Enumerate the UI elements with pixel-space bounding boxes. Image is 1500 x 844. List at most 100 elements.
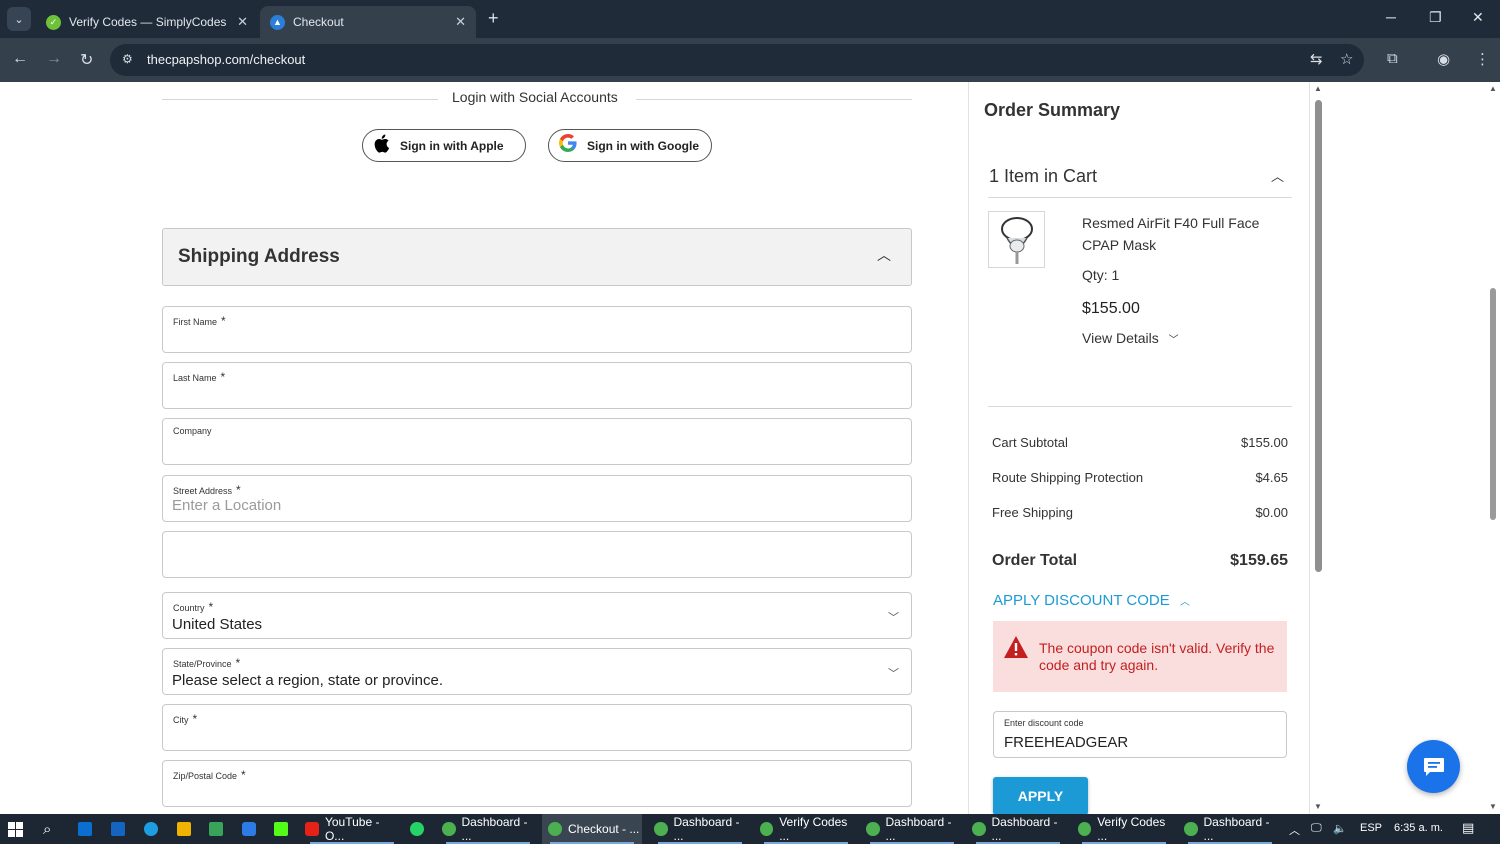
order-total-label: Order Total	[992, 552, 1078, 569]
sign-in-google-label: Sign in with Google	[587, 138, 699, 153]
search-icon[interactable]: ⌕	[43, 814, 51, 844]
order-summary-title: Order Summary	[984, 100, 1121, 120]
taskbar-item-youtube[interactable]: YouTube - O...	[302, 814, 402, 844]
taskbar-item-dashboard[interactable]: Dashboard - ...	[862, 814, 962, 844]
product-thumbnail[interactable]	[988, 211, 1045, 268]
tab-search-button[interactable]: ⌄	[7, 7, 31, 31]
discount-code-label: Enter discount code	[1004, 718, 1084, 728]
network-icon[interactable]: 🖵	[1311, 822, 1322, 835]
site-info-icon[interactable]: ⚙	[122, 52, 133, 66]
apple-icon	[373, 134, 390, 158]
taskbar-item-dashboard[interactable]: Dashboard - ...	[650, 814, 750, 844]
warning-icon	[1004, 636, 1028, 658]
checkout-page: Login with Social Accounts Sign in with …	[0, 82, 1500, 814]
app-icon[interactable]	[177, 814, 197, 844]
required-marker: *	[241, 768, 246, 782]
app-icon[interactable]	[144, 814, 164, 844]
close-tab-icon[interactable]: ✕	[237, 14, 248, 30]
chevron-down-icon: ﹀	[888, 668, 899, 680]
taskbar-item-verify-codes[interactable]: Verify Codes ...	[1074, 814, 1174, 844]
order-summary-panel: Order Summary 1 Item in Cart ︿ Resmed Ai…	[968, 82, 1310, 814]
taskbar-item-label: Dashboard - ...	[885, 815, 952, 843]
shipping-address-header[interactable]: Shipping Address ︿	[162, 228, 912, 286]
language-indicator[interactable]: ESP	[1360, 822, 1382, 834]
discount-code-input[interactable]: Enter discount code FREEHEADGEAR	[993, 711, 1287, 758]
bookmark-star-icon[interactable]: ☆	[1340, 50, 1353, 68]
taskbar-item-dashboard[interactable]: Dashboard - ...	[1180, 814, 1280, 844]
address-bar[interactable]: ⚙ thecpapshop.com/checkout	[110, 44, 1364, 76]
volume-icon[interactable]: 🔈	[1333, 822, 1347, 835]
taskbar-item-verify-codes[interactable]: Verify Codes ...	[756, 814, 856, 844]
apply-discount-toggle[interactable]: APPLY DISCOUNT CODE ︿	[993, 592, 1190, 609]
scrollbar-thumb[interactable]	[1490, 288, 1496, 520]
back-icon[interactable]: ←	[12, 50, 28, 68]
taskbar-item-label: Verify Codes ...	[779, 815, 848, 843]
notifications-icon[interactable]: ▤	[1462, 820, 1474, 836]
summary-scrollbar[interactable]: ▲ ▼	[1312, 82, 1326, 814]
profile-icon[interactable]: ◉	[1437, 50, 1450, 68]
url-text: thecpapshop.com/checkout	[147, 52, 306, 67]
app-icon[interactable]	[111, 814, 131, 844]
start-windows-icon[interactable]	[8, 814, 23, 844]
street-address-line2-field[interactable]	[162, 531, 912, 578]
scroll-down-arrow-icon[interactable]: ▼	[1314, 802, 1322, 811]
last-name-label: Last Name *	[173, 370, 225, 384]
google-icon	[559, 134, 577, 157]
zip-label: Zip/Postal Code *	[173, 768, 246, 782]
minimize-icon[interactable]: ─	[1386, 9, 1396, 25]
menu-icon[interactable]: ⋮	[1475, 50, 1490, 68]
clock[interactable]: 6:35 a. m.	[1394, 822, 1443, 834]
app-icon[interactable]	[274, 814, 294, 844]
scroll-down-arrow-icon[interactable]: ▼	[1489, 802, 1497, 811]
last-name-field[interactable]: Last Name *	[162, 362, 912, 409]
app-icon[interactable]	[78, 814, 98, 844]
app-icon[interactable]	[242, 814, 262, 844]
sign-in-apple-button[interactable]: Sign in with Apple	[362, 129, 526, 162]
scrollbar-thumb[interactable]	[1315, 100, 1322, 572]
sign-in-google-button[interactable]: Sign in with Google	[548, 129, 712, 162]
app-icon[interactable]	[209, 814, 229, 844]
city-field[interactable]: City *	[162, 704, 912, 751]
whatsapp-icon[interactable]	[410, 814, 434, 844]
page-scrollbar[interactable]: ▲ ▼	[1486, 82, 1500, 814]
state-select[interactable]: State/Province * Please select a region, …	[162, 648, 912, 695]
chevron-up-icon[interactable]: ︿	[1289, 822, 1300, 838]
chat-widget-button[interactable]	[1407, 740, 1460, 793]
apply-button[interactable]: APPLY	[993, 777, 1088, 814]
country-select[interactable]: Country * United States ﹀	[162, 592, 912, 639]
taskbar-item-checkout[interactable]: Checkout - ...	[542, 814, 642, 844]
taskbar-item-label: Checkout - ...	[568, 822, 640, 836]
forward-icon[interactable]: →	[46, 50, 62, 68]
street-address-field[interactable]: Street Address * Enter a Location	[162, 475, 912, 522]
taskbar-item-label: Dashboard - ...	[673, 815, 740, 843]
translate-icon[interactable]: ⇆	[1310, 50, 1323, 68]
street-address-placeholder: Enter a Location	[172, 497, 282, 514]
zip-label-text: Zip/Postal Code	[173, 771, 238, 781]
first-name-field[interactable]: First Name *	[162, 306, 912, 353]
new-tab-icon[interactable]: +	[488, 8, 499, 29]
chevron-up-icon[interactable]: ︿	[1271, 166, 1284, 185]
required-marker: *	[192, 712, 198, 726]
taskbar-item-dashboard[interactable]: Dashboard - ...	[968, 814, 1068, 844]
state-value: Please select a region, state or provinc…	[172, 672, 443, 689]
tab-checkout[interactable]: ▲ Checkout ✕	[260, 6, 476, 38]
view-details-toggle[interactable]: View Details ﹀	[1082, 330, 1179, 346]
close-window-icon[interactable]: ✕	[1472, 9, 1484, 26]
file-explorer-icon	[177, 822, 191, 836]
divider	[162, 99, 438, 100]
tab-title: Checkout	[293, 15, 344, 29]
restore-icon[interactable]: ❐	[1429, 9, 1442, 26]
cart-count[interactable]: 1 Item in Cart	[989, 166, 1097, 187]
chevron-up-icon: ︿	[877, 247, 891, 263]
zip-field[interactable]: Zip/Postal Code *	[162, 760, 912, 807]
close-tab-icon[interactable]: ✕	[455, 14, 466, 30]
tab-verify-codes[interactable]: ✓ Verify Codes — SimplyCodes ✕	[36, 6, 258, 38]
scroll-up-arrow-icon[interactable]: ▲	[1314, 84, 1322, 93]
company-field[interactable]: Company	[162, 418, 912, 465]
city-label-text: City	[173, 715, 189, 725]
scroll-up-arrow-icon[interactable]: ▲	[1489, 84, 1497, 93]
taskbar-item-dashboard[interactable]: Dashboard - ...	[438, 814, 538, 844]
extensions-icon[interactable]: ⧉	[1387, 50, 1398, 67]
reload-icon[interactable]: ↻	[80, 50, 93, 70]
product-name[interactable]: Resmed AirFit F40 Full Face CPAP Mask	[1082, 212, 1282, 256]
